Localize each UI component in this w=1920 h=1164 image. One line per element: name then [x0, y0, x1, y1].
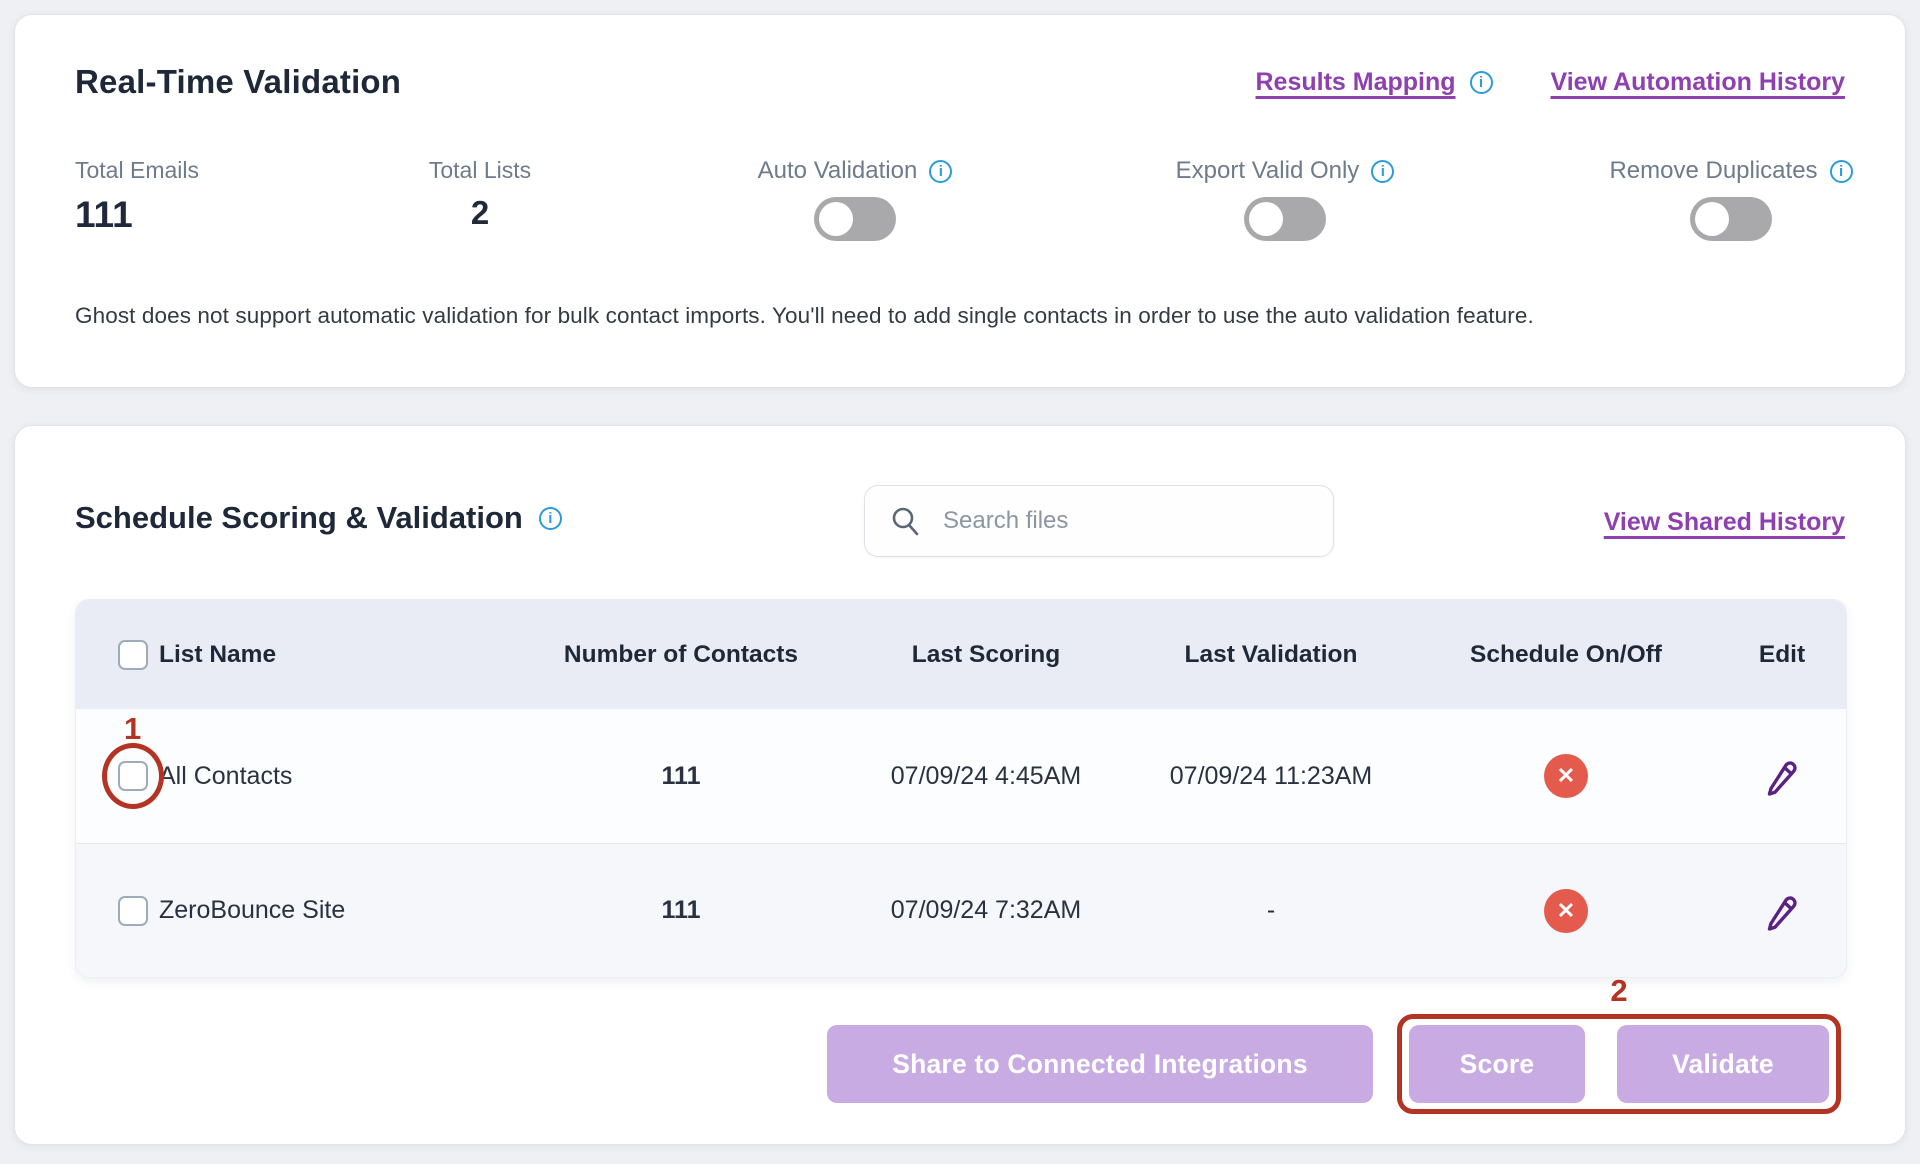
annotation-circle-1	[102, 743, 164, 809]
export-valid-only-toggle[interactable]	[1244, 197, 1326, 241]
real-time-validation-card: Real-Time Validation Results Mapping i V…	[14, 14, 1906, 388]
last-validation-cell: 07/09/24 11:23AM	[1126, 762, 1416, 791]
contacts-cell: 111	[516, 896, 846, 925]
export-valid-only-toggle-group: Export Valid Only i	[1135, 157, 1435, 241]
view-automation-history-link[interactable]: View Automation History	[1551, 68, 1845, 97]
contacts-cell: 111	[516, 762, 846, 791]
schedule-scoring-validation-card: Schedule Scoring & Validation i View Sha…	[14, 425, 1906, 1145]
remove-duplicates-toggle-group: Remove Duplicates i	[1581, 157, 1881, 241]
auto-validation-toggle-group: Auto Validation i	[705, 157, 1005, 241]
total-emails-value: 111	[75, 194, 199, 236]
total-lists-stat: Total Lists 2	[405, 157, 555, 232]
score-button[interactable]: Score	[1409, 1025, 1585, 1103]
total-lists-label: Total Lists	[429, 157, 531, 184]
validate-button[interactable]: Validate	[1617, 1025, 1829, 1103]
table-row: All Contacts 1 111 07/09/24 4:45AM 07/09…	[76, 709, 1846, 843]
annotation-label-2: 2	[1610, 973, 1627, 1009]
schedule-scoring-validation-title: Schedule Scoring & Validation	[75, 500, 523, 536]
table-row: ZeroBounce Site 111 07/09/24 7:32AM - ✕	[76, 843, 1846, 977]
list-name-cell: ZeroBounce Site	[159, 896, 345, 925]
schedule-off-badge[interactable]: ✕	[1544, 754, 1588, 798]
info-icon[interactable]: i	[1371, 160, 1394, 183]
last-validation-cell: -	[1126, 896, 1416, 925]
auto-validation-label: Auto Validation	[758, 157, 918, 185]
column-header-edit: Edit	[1716, 641, 1847, 669]
info-icon[interactable]: i	[539, 507, 562, 530]
info-icon[interactable]: i	[1830, 160, 1853, 183]
edit-pencil-icon[interactable]	[1763, 891, 1801, 931]
search-input[interactable]	[943, 507, 1309, 535]
export-valid-only-label: Export Valid Only	[1176, 157, 1360, 185]
list-name-cell: All Contacts	[159, 762, 292, 791]
results-mapping-link[interactable]: Results Mapping	[1256, 68, 1456, 97]
column-header-last-validation: Last Validation	[1126, 641, 1416, 669]
column-header-schedule-on-off: Schedule On/Off	[1416, 641, 1716, 669]
toggle-knob	[819, 202, 853, 236]
column-header-list-name: List Name	[159, 641, 276, 669]
total-emails-stat: Total Emails 111	[75, 157, 199, 236]
toggle-knob	[1695, 202, 1729, 236]
column-header-number-of-contacts: Number of Contacts	[516, 641, 846, 669]
search-files-box[interactable]	[864, 485, 1334, 557]
real-time-validation-title: Real-Time Validation	[75, 63, 401, 101]
last-scoring-cell: 07/09/24 7:32AM	[846, 896, 1126, 925]
view-shared-history-link[interactable]: View Shared History	[1604, 508, 1845, 537]
column-header-last-scoring: Last Scoring	[846, 641, 1126, 669]
total-lists-value: 2	[405, 194, 555, 232]
scoring-validation-table: List Name Number of Contacts Last Scorin…	[75, 599, 1847, 978]
table-header-row: List Name Number of Contacts Last Scorin…	[76, 600, 1846, 709]
select-all-checkbox[interactable]	[118, 640, 148, 670]
info-icon[interactable]: i	[929, 160, 952, 183]
ghost-auto-validation-note: Ghost does not support automatic validat…	[75, 303, 1845, 329]
annotation-box-2: 2 Score Validate	[1397, 1014, 1841, 1114]
remove-duplicates-label: Remove Duplicates	[1609, 157, 1817, 185]
annotation-label-1: 1	[124, 711, 141, 747]
toggle-knob	[1249, 202, 1283, 236]
row-checkbox-zerobounce-site[interactable]	[118, 896, 148, 926]
info-icon[interactable]: i	[1470, 71, 1493, 94]
search-icon	[889, 505, 921, 537]
schedule-off-badge[interactable]: ✕	[1544, 889, 1588, 933]
edit-pencil-icon[interactable]	[1763, 756, 1801, 796]
auto-validation-toggle[interactable]	[814, 197, 896, 241]
total-emails-label: Total Emails	[75, 157, 199, 184]
share-to-connected-integrations-button[interactable]: Share to Connected Integrations	[827, 1025, 1373, 1103]
remove-duplicates-toggle[interactable]	[1690, 197, 1772, 241]
last-scoring-cell: 07/09/24 4:45AM	[846, 762, 1126, 791]
